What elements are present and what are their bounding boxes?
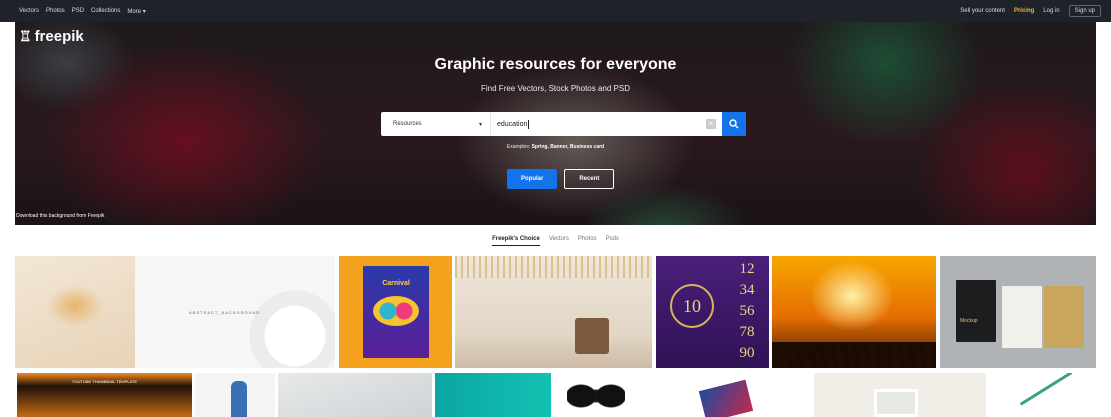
chevron-down-icon: ▾ [478, 121, 482, 128]
signup-button[interactable]: Sign up [1068, 5, 1101, 17]
pen-graphic [1019, 373, 1073, 406]
tab-psds[interactable]: Psds [606, 236, 619, 246]
number-item: 78 [739, 324, 755, 340]
popular-button[interactable]: Popular [507, 169, 558, 189]
number-item: 12 [739, 261, 755, 277]
number-column: 12 34 56 78 90 [729, 259, 765, 364]
thumbnail-teal-curtain[interactable] [435, 373, 551, 417]
logo-icon: ♖ [19, 28, 32, 44]
tab-freepiks-choice[interactable]: Freepik's Choice [492, 236, 540, 246]
mockup-book-light [1002, 286, 1042, 348]
resource-type-value: Resources [393, 121, 422, 127]
clear-icon[interactable]: ✕ [706, 119, 716, 129]
nav-psd-link[interactable]: PSD [72, 8, 84, 15]
thumbnail-carnival-poster[interactable]: Carnival [339, 256, 452, 368]
pricing-link[interactable]: Pricing [1014, 8, 1034, 14]
thumbnail-plant-wall[interactable] [278, 373, 432, 417]
content-tabs: Freepik's Choice Vectors Photos Psds [0, 236, 1111, 246]
examples-list[interactable]: Spring, Banner, Business card [532, 144, 605, 150]
sell-content-link[interactable]: Sell your content [960, 8, 1005, 14]
search-input[interactable]: education [491, 112, 706, 136]
resource-type-select[interactable]: Resources ▾ [381, 112, 491, 136]
freepik-logo[interactable]: ♖ freepik [19, 28, 84, 45]
number-item: 90 [739, 345, 755, 361]
mask-graphic [373, 296, 419, 326]
thumbnail-concert-crowd[interactable] [772, 256, 936, 368]
recent-button[interactable]: Recent [564, 169, 615, 189]
sort-pills: Popular Recent [507, 169, 615, 189]
number-item: 56 [739, 303, 755, 319]
top-navbar: Vectors Photos PSD Collections More ▾ Se… [0, 0, 1111, 22]
thumbnail-drawing-hand[interactable] [988, 373, 1096, 417]
background-credit-link[interactable]: Download this background from Freepik [16, 213, 104, 219]
bow-tie-graphic [567, 383, 625, 409]
hero-banner: ♖ freepik Graphic resources for everyone… [15, 22, 1096, 225]
thumbnail-book-mockup[interactable]: Mockup [940, 256, 1096, 368]
hero-title: Graphic resources for everyone [434, 56, 677, 73]
fringe-decoration [455, 256, 652, 278]
search-button[interactable] [722, 112, 746, 136]
account-links: Sell your content Pricing Log in Sign up [960, 5, 1111, 17]
tab-photos[interactable]: Photos [578, 236, 597, 246]
crowd-silhouette [772, 342, 936, 368]
nav-collections-link[interactable]: Collections [91, 8, 120, 15]
nav-photos-link[interactable]: Photos [46, 8, 65, 15]
mockup-label: Mockup [960, 318, 978, 324]
armchair-graphic [575, 318, 609, 354]
thumbnail-education-book[interactable] [15, 256, 135, 368]
thumbnail-anniversary-numbers[interactable]: 10 12 34 56 78 90 [656, 256, 769, 368]
search-icon [729, 119, 739, 129]
examples-prefix: Examples: [506, 144, 531, 150]
number-item: 34 [739, 282, 755, 298]
thumbnail-bow-tie[interactable] [553, 373, 648, 417]
thumbnail-abstract-background[interactable]: ABSTRACT_BACKGROUND [135, 256, 335, 368]
tab-vectors[interactable]: Vectors [549, 236, 569, 246]
search-examples: Examples: Spring, Banner, Business card [15, 144, 1096, 150]
figure-graphic [231, 381, 247, 417]
login-link[interactable]: Log in [1043, 8, 1059, 14]
poster-art: Carnival [363, 266, 429, 358]
frame-graphic [874, 389, 918, 417]
card-graphic [698, 379, 754, 417]
thumbnail-text: ABSTRACT_BACKGROUND [189, 310, 261, 315]
poster-title: Carnival [382, 280, 410, 287]
mockup-book-dark: Mockup [956, 280, 996, 342]
thumbnail-figure[interactable] [195, 373, 275, 417]
nav-vectors-link[interactable]: Vectors [19, 8, 39, 15]
thumbnail-youtube-template[interactable]: YOUTUBE THUMBNAIL TEMPLATE [17, 373, 192, 417]
mockup-book-gold [1044, 286, 1084, 348]
category-links: Vectors Photos PSD Collections More ▾ [0, 8, 146, 15]
logo-text: freepik [34, 28, 84, 45]
thumbnail-frame-mockup[interactable] [814, 373, 986, 417]
anniversary-badge: 10 [670, 284, 714, 328]
search-bar: Resources ▾ education ✕ [381, 112, 746, 136]
thumbnail-room-interior[interactable] [455, 256, 652, 368]
thumbnail-caption: YOUTUBE THUMBNAIL TEMPLATE [71, 379, 138, 384]
hero-subtitle: Find Free Vectors, Stock Photos and PSD [481, 84, 630, 93]
nav-more-menu[interactable]: More ▾ [127, 8, 145, 15]
search-query: education [497, 120, 528, 128]
thumbnail-cards[interactable] [650, 373, 810, 417]
text-caret [528, 119, 530, 129]
